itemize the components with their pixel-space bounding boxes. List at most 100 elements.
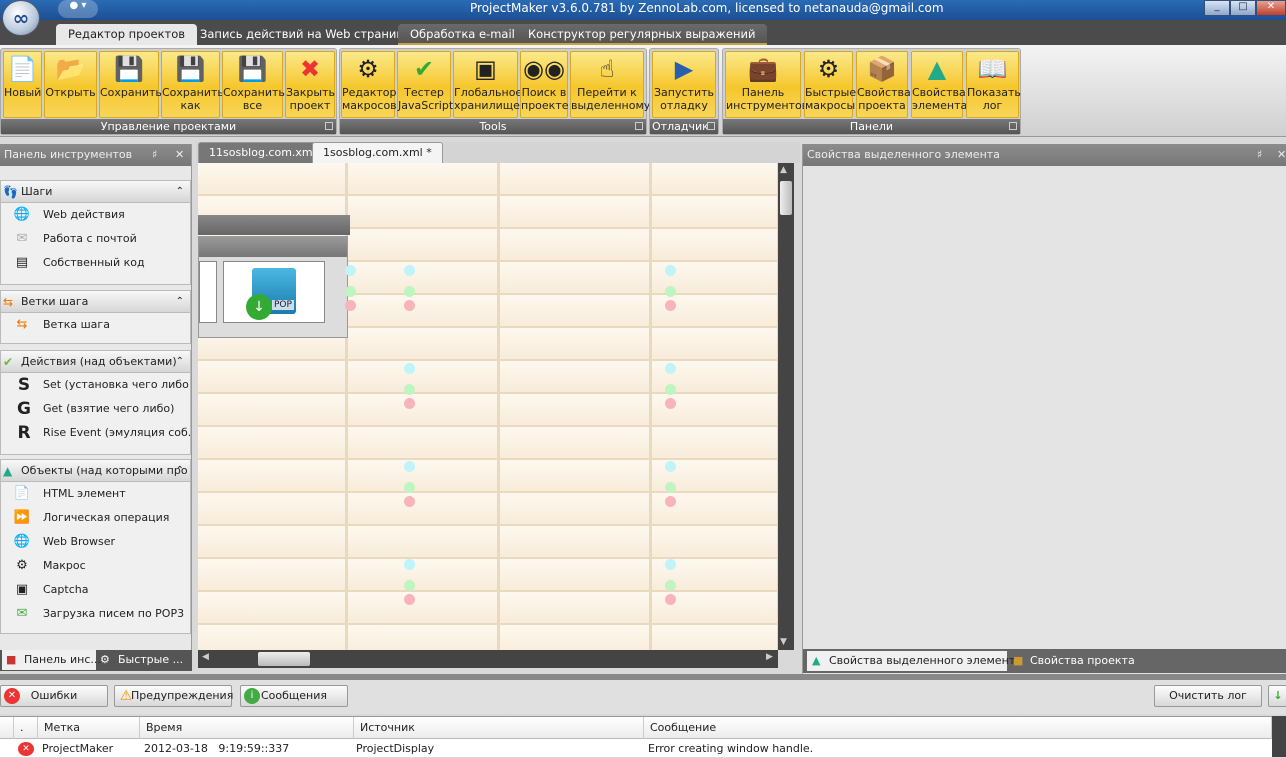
- list-item[interactable]: 📄 HTML элемент: [1, 482, 190, 506]
- tab-email-processing[interactable]: Обработка e-mail: [398, 24, 527, 45]
- log-scrollbar[interactable]: [1272, 716, 1286, 757]
- errors-filter-button[interactable]: ✕ Ошибки: [0, 685, 108, 707]
- macro-editor-button[interactable]: ⚙ Редактор макросов: [341, 51, 397, 118]
- app-menu-logo-icon[interactable]: ∞: [2, 0, 40, 36]
- step-node[interactable]: POP ↓: [198, 236, 348, 338]
- dot-success[interactable]: [404, 580, 415, 591]
- search-project-button[interactable]: ◉◉ Поиск в проекте: [520, 51, 569, 118]
- dot-error[interactable]: [665, 594, 676, 605]
- toolbox-panel-button[interactable]: 💼 Панель инструментов: [725, 51, 808, 118]
- dialog-launcher-icon[interactable]: [325, 122, 333, 130]
- list-item[interactable]: 🌐 Web действия: [1, 203, 190, 227]
- dot-input[interactable]: [404, 461, 415, 472]
- horizontal-scrollbar[interactable]: ◀ ▶: [198, 650, 778, 668]
- save-all-button[interactable]: 💾 Сохранить все: [222, 51, 285, 118]
- quick-access-toolbar[interactable]: ● ▾: [58, 0, 98, 18]
- column-header[interactable]: .: [14, 717, 38, 739]
- tab-quick-macros[interactable]: ⚙ Быстрые ...: [96, 650, 190, 670]
- close-window-button[interactable]: ✕: [1256, 0, 1286, 16]
- start-debug-button[interactable]: ▶ Запустить отладку: [652, 51, 716, 118]
- go-to-selected-button[interactable]: ☝ Перейти к выделенному: [570, 51, 650, 118]
- pin-icon[interactable]: ♯: [152, 144, 157, 166]
- dot-success[interactable]: [404, 384, 415, 395]
- dot-input[interactable]: [665, 363, 676, 374]
- maximize-button[interactable]: □: [1230, 0, 1256, 16]
- dot-error[interactable]: [345, 300, 356, 311]
- dot-error[interactable]: [404, 300, 415, 311]
- tab-element-properties[interactable]: ▲ Свойства выделенного элемента: [807, 651, 1022, 671]
- list-item[interactable]: G Get (взятие чего либо): [1, 397, 190, 421]
- tab-web-recording[interactable]: Запись действий на Web странице: [188, 24, 423, 45]
- scroll-to-end-icon[interactable]: ↓: [1268, 685, 1286, 707]
- tab-regex-constructor[interactable]: Конструктор регулярных выражений: [516, 24, 768, 45]
- vertical-scrollbar[interactable]: ▲ ▼: [778, 163, 794, 650]
- dot-success[interactable]: [665, 286, 676, 297]
- dot-input[interactable]: [665, 461, 676, 472]
- collapse-icon[interactable]: ⌃: [176, 181, 184, 202]
- scroll-right-icon[interactable]: ▶: [766, 652, 773, 662]
- tab-project-properties[interactable]: ■ Свойства проекта: [1008, 651, 1135, 671]
- list-item[interactable]: S Set (установка чего либо): [1, 373, 190, 397]
- tab-project-editor[interactable]: Редактор проектов: [56, 24, 198, 45]
- tab-toolbox[interactable]: ■ Панель инс...: [2, 650, 101, 670]
- dot-error[interactable]: [665, 496, 676, 507]
- section-header[interactable]: 👣 Шаги ⌃: [1, 181, 190, 203]
- dot-success[interactable]: [665, 482, 676, 493]
- list-item[interactable]: R Rise Event (эмуляция соб...: [1, 421, 190, 445]
- dot-input[interactable]: [665, 559, 676, 570]
- save-as-button[interactable]: 💾 Сохранить как: [161, 51, 224, 118]
- dot-error[interactable]: [404, 398, 415, 409]
- close-icon[interactable]: ✕: [175, 144, 184, 166]
- dot-input[interactable]: [404, 363, 415, 374]
- project-properties-button[interactable]: 📦 Свойства проекта: [856, 51, 911, 118]
- close-project-button[interactable]: ✖ Закрыть проект: [285, 51, 335, 118]
- dot-input[interactable]: [404, 559, 415, 570]
- dot-error[interactable]: [404, 594, 415, 605]
- messages-filter-button[interactable]: i Сообщения: [240, 685, 348, 707]
- dot-success[interactable]: [665, 384, 676, 395]
- project-canvas[interactable]: POP ↓: [198, 163, 777, 650]
- scroll-down-icon[interactable]: ▼: [780, 637, 787, 647]
- scroll-thumb[interactable]: [780, 181, 792, 215]
- collapse-icon[interactable]: ⌃: [176, 351, 184, 372]
- dot-input[interactable]: [665, 265, 676, 276]
- list-item[interactable]: ▤ Собственный код: [1, 251, 190, 275]
- element-properties-button[interactable]: ▲ Свойства элемента: [911, 51, 967, 118]
- javascript-tester-button[interactable]: ✔ Тестер JavaScript: [397, 51, 453, 118]
- list-item[interactable]: ⚙ Макрос: [1, 554, 190, 578]
- scroll-up-icon[interactable]: ▲: [780, 165, 787, 175]
- minimize-button[interactable]: _: [1204, 0, 1230, 16]
- column-header[interactable]: Метка: [38, 717, 140, 739]
- list-item[interactable]: 🌐 Web Browser: [1, 530, 190, 554]
- collapse-icon[interactable]: ⌃: [176, 291, 184, 312]
- dot-success[interactable]: [345, 286, 356, 297]
- column-header[interactable]: Сообщение: [644, 717, 1272, 739]
- new-button[interactable]: 📄 Новый: [3, 51, 42, 118]
- dialog-launcher-icon[interactable]: [635, 122, 643, 130]
- collapse-icon[interactable]: ⌃: [176, 460, 184, 481]
- warnings-filter-button[interactable]: ⚠ Предупреждения: [114, 685, 233, 707]
- dot-input[interactable]: [345, 265, 356, 276]
- list-item[interactable]: ✉ Загрузка писем по POP3: [1, 602, 190, 626]
- quick-macros-button[interactable]: ⚙ Быстрые макросы: [804, 51, 856, 118]
- section-header[interactable]: ⇆ Ветки шага ⌃: [1, 291, 190, 313]
- show-log-button[interactable]: 📖 Показать лог: [966, 51, 1021, 118]
- dot-error[interactable]: [665, 300, 676, 311]
- list-item[interactable]: ▣ Captcha: [1, 578, 190, 602]
- list-item[interactable]: ⏩ Логическая операция: [1, 506, 190, 530]
- dot-input[interactable]: [404, 265, 415, 276]
- list-item[interactable]: ✉ Работа с почтой: [1, 227, 190, 251]
- section-header[interactable]: ✔ Действия (над объектами) ⌃: [1, 351, 190, 373]
- dialog-launcher-icon[interactable]: [1009, 122, 1017, 130]
- column-header[interactable]: Время: [140, 717, 354, 739]
- dot-success[interactable]: [665, 580, 676, 591]
- scroll-thumb[interactable]: [258, 652, 310, 666]
- tab-document-active[interactable]: 1sosblog.com.xml *: [312, 142, 443, 163]
- tab-document[interactable]: 11sosblog.com.xml: [198, 142, 327, 163]
- node-header[interactable]: [198, 215, 350, 235]
- clear-log-button[interactable]: Очистить лог: [1154, 685, 1262, 707]
- pin-icon[interactable]: ♯: [1257, 144, 1262, 166]
- scroll-left-icon[interactable]: ◀: [202, 652, 209, 662]
- open-button[interactable]: 📂 Открыть: [44, 51, 97, 118]
- close-icon[interactable]: ✕: [1277, 144, 1286, 166]
